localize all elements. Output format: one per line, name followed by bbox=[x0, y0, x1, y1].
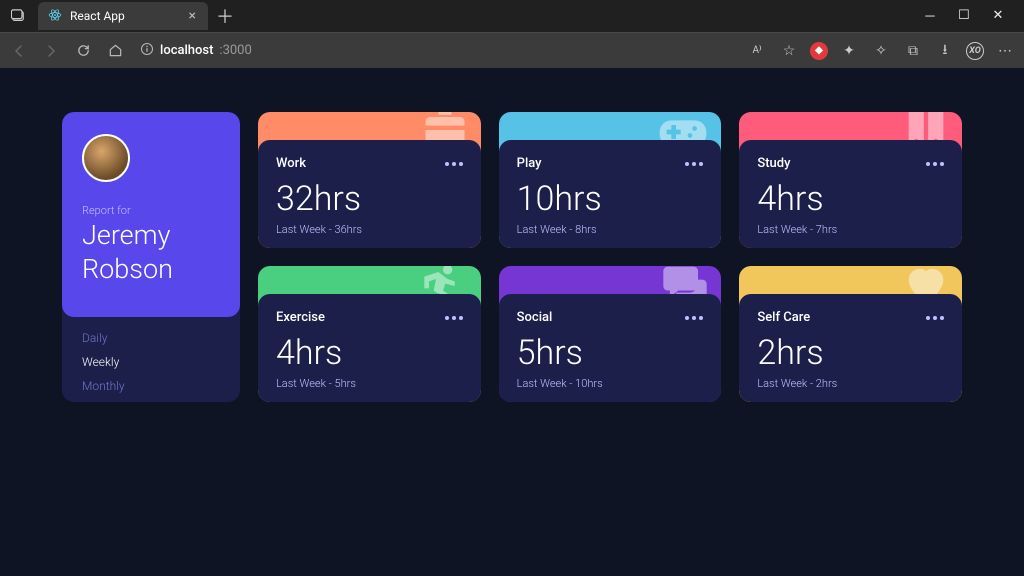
site-info-icon[interactable] bbox=[140, 41, 154, 60]
card-menu-button[interactable] bbox=[685, 158, 703, 170]
read-aloud-icon[interactable]: A⁾ bbox=[746, 41, 768, 61]
window-maximize-button[interactable]: ☐ bbox=[956, 8, 972, 24]
activity-title: Social bbox=[517, 310, 553, 325]
url-path: :3000 bbox=[219, 43, 251, 58]
activity-previous: Last Week - 2hrs bbox=[757, 377, 944, 390]
activity-title: Exercise bbox=[276, 310, 325, 325]
window-minimize-button[interactable]: ─ bbox=[922, 8, 938, 24]
activity-previous: Last Week - 8hrs bbox=[517, 223, 704, 236]
url-host: localhost bbox=[160, 43, 213, 58]
collections-icon[interactable]: ⧉ bbox=[902, 41, 924, 61]
activity-hours: 4hrs bbox=[276, 333, 463, 373]
activity-card-selfcare: Self Care 2hrs Last Week - 2hrs bbox=[739, 266, 962, 402]
activity-previous: Last Week - 5hrs bbox=[276, 377, 463, 390]
activity-hours: 2hrs bbox=[757, 333, 944, 373]
profile-name: Jeremy Robson bbox=[82, 219, 220, 287]
dashboard-grid: Report for Jeremy Robson Daily Weekly Mont… bbox=[62, 112, 962, 402]
activity-previous: Last Week - 10hrs bbox=[517, 377, 704, 390]
timeframe-modes: Daily Weekly Monthly bbox=[62, 317, 240, 403]
activity-card-exercise: Exercise 4hrs Last Week - 5hrs bbox=[258, 266, 481, 402]
browser-menu-button[interactable]: ⋯ bbox=[994, 41, 1016, 61]
activity-hours: 32hrs bbox=[276, 179, 463, 219]
activity-previous: Last Week - 36hrs bbox=[276, 223, 463, 236]
window-controls: ─ ☐ ✕ bbox=[908, 8, 1020, 24]
activity-title: Play bbox=[517, 156, 542, 171]
browser-tab-active[interactable]: React App × bbox=[38, 2, 208, 30]
mode-weekly[interactable]: Weekly bbox=[82, 355, 220, 369]
activity-hours: 4hrs bbox=[757, 179, 944, 219]
favorites-bar-icon[interactable]: ✧ bbox=[870, 41, 892, 61]
card-menu-button[interactable] bbox=[926, 312, 944, 324]
extension-badge-icon[interactable]: ◆ bbox=[810, 42, 828, 60]
page-body: Report for Jeremy Robson Daily Weekly Mont… bbox=[0, 68, 1024, 576]
activity-card-body[interactable]: Work 32hrs Last Week - 36hrs bbox=[258, 140, 481, 248]
activity-card-body[interactable]: Study 4hrs Last Week - 7hrs bbox=[739, 140, 962, 248]
nav-home-button[interactable] bbox=[104, 40, 126, 62]
tabs-overview-button[interactable] bbox=[4, 2, 32, 30]
activity-title: Study bbox=[757, 156, 790, 171]
address-field[interactable]: localhost :3000 bbox=[140, 41, 252, 60]
activity-card-play: Play 10hrs Last Week - 8hrs bbox=[499, 112, 722, 248]
tab-close-button[interactable]: × bbox=[185, 7, 200, 25]
react-favicon-icon bbox=[48, 7, 62, 26]
activity-card-body[interactable]: Self Care 2hrs Last Week - 2hrs bbox=[739, 294, 962, 402]
mode-daily[interactable]: Daily bbox=[82, 331, 220, 345]
activity-title: Self Care bbox=[757, 310, 810, 325]
activity-hours: 10hrs bbox=[517, 179, 704, 219]
activity-title: Work bbox=[276, 156, 306, 171]
activity-card-work: Work 32hrs Last Week - 36hrs bbox=[258, 112, 481, 248]
card-menu-button[interactable] bbox=[445, 312, 463, 324]
activity-hours: 5hrs bbox=[517, 333, 704, 373]
nav-forward-button[interactable] bbox=[40, 40, 62, 62]
mode-monthly[interactable]: Monthly bbox=[82, 379, 220, 393]
extensions-icon[interactable]: ✦ bbox=[838, 41, 860, 61]
profile-header: Report for Jeremy Robson bbox=[62, 112, 240, 317]
card-menu-button[interactable] bbox=[926, 158, 944, 170]
activity-previous: Last Week - 7hrs bbox=[757, 223, 944, 236]
nav-reload-button[interactable] bbox=[72, 40, 94, 62]
browser-addressbar: localhost :3000 A⁾ ☆ ◆ ✦ ✧ ⧉ ⭳ XO ⋯ bbox=[0, 32, 1024, 68]
nav-back-button[interactable] bbox=[8, 40, 30, 62]
report-for-label: Report for bbox=[82, 204, 220, 217]
activity-card-social: Social 5hrs Last Week - 10hrs bbox=[499, 266, 722, 402]
card-menu-button[interactable] bbox=[445, 158, 463, 170]
downloads-icon[interactable]: ⭳ bbox=[934, 41, 956, 61]
activity-card-body[interactable]: Play 10hrs Last Week - 8hrs bbox=[499, 140, 722, 248]
tab-title: React App bbox=[70, 9, 177, 23]
profile-card: Report for Jeremy Robson Daily Weekly Mont… bbox=[62, 112, 240, 402]
new-tab-button[interactable]: ＋ bbox=[208, 1, 242, 31]
activity-card-study: Study 4hrs Last Week - 7hrs bbox=[739, 112, 962, 248]
browser-titlebar: React App × ＋ ─ ☐ ✕ bbox=[0, 0, 1024, 32]
activity-card-body[interactable]: Exercise 4hrs Last Week - 5hrs bbox=[258, 294, 481, 402]
favorite-star-icon[interactable]: ☆ bbox=[778, 41, 800, 61]
activity-card-body[interactable]: Social 5hrs Last Week - 10hrs bbox=[499, 294, 722, 402]
tab-strip: React App × ＋ bbox=[4, 1, 908, 31]
card-menu-button[interactable] bbox=[685, 312, 703, 324]
profile-avatar-icon[interactable]: XO bbox=[966, 42, 984, 60]
avatar bbox=[82, 134, 130, 182]
window-close-button[interactable]: ✕ bbox=[990, 8, 1006, 24]
